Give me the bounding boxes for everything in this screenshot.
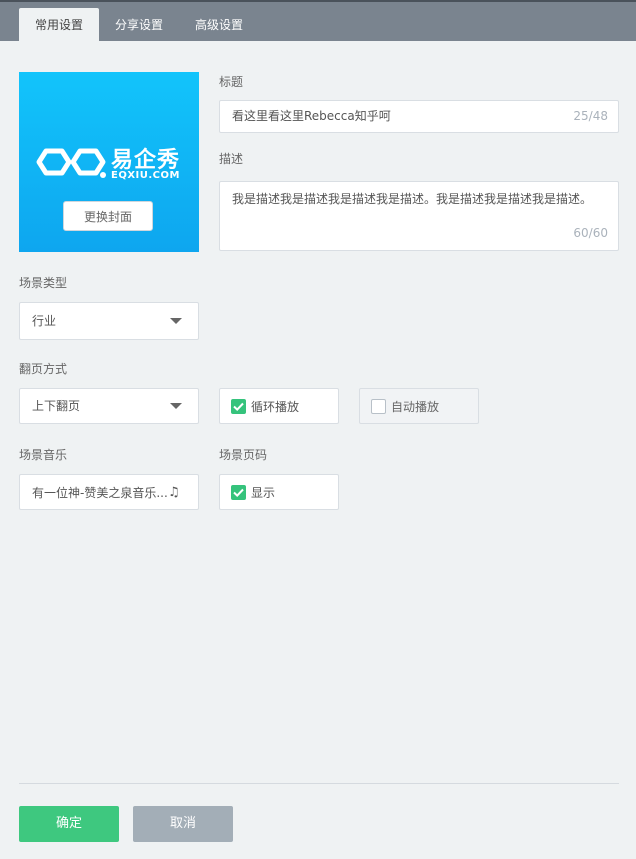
scene-music-label: 场景音乐 bbox=[19, 448, 68, 462]
loop-play-checkbox[interactable]: 循环播放 bbox=[219, 388, 339, 424]
scene-music-field[interactable]: 有一位神-赞美之泉音乐... ♫ bbox=[19, 474, 199, 510]
tab-bar: 常用设置 分享设置 高级设置 bbox=[0, 0, 636, 43]
scene-type-value: 行业 bbox=[32, 314, 57, 328]
tab-advanced-settings[interactable]: 高级设置 bbox=[185, 8, 253, 43]
tab-share-settings[interactable]: 分享设置 bbox=[105, 8, 173, 43]
confirm-button[interactable]: 确定 bbox=[19, 806, 119, 842]
show-page-number-checkbox[interactable]: 显示 bbox=[219, 474, 339, 510]
brand-name-en: EQXIU.COM bbox=[111, 170, 180, 181]
title-char-counter: 25/48 bbox=[573, 109, 608, 123]
description-label: 描述 bbox=[219, 152, 244, 166]
description-value: 我是描述我是描述我是描述我是描述。我是描述我是描述我是描述。 bbox=[232, 192, 593, 206]
scene-type-label: 场景类型 bbox=[19, 276, 68, 290]
page-number-label: 场景页码 bbox=[219, 448, 268, 462]
title-value: 看这里看这里Rebecca知乎呵 bbox=[232, 109, 391, 123]
description-char-counter: 60/60 bbox=[573, 226, 608, 240]
chevron-down-icon bbox=[170, 403, 182, 409]
cover-image: 易企秀 EQXIU.COM 更换封面 bbox=[19, 72, 199, 252]
checkbox-unchecked-icon bbox=[371, 399, 386, 414]
change-cover-button[interactable]: 更换封面 bbox=[63, 201, 153, 231]
show-page-number-label: 显示 bbox=[251, 486, 276, 500]
page-turn-select[interactable]: 上下翻页 bbox=[19, 388, 199, 424]
tab-general-settings[interactable]: 常用设置 bbox=[19, 8, 99, 43]
title-label: 标题 bbox=[219, 75, 244, 89]
chevron-down-icon bbox=[170, 318, 182, 324]
description-textarea[interactable]: 我是描述我是描述我是描述我是描述。我是描述我是描述我是描述。 60/60 bbox=[219, 181, 619, 251]
footer-divider bbox=[19, 783, 619, 784]
checkbox-checked-icon bbox=[231, 399, 246, 414]
loop-play-label: 循环播放 bbox=[251, 400, 300, 414]
title-input[interactable]: 看这里看这里Rebecca知乎呵 25/48 bbox=[219, 100, 619, 133]
autoplay-label: 自动播放 bbox=[391, 400, 440, 414]
page-turn-label: 翻页方式 bbox=[19, 362, 68, 376]
scene-type-select[interactable]: 行业 bbox=[19, 302, 199, 340]
page-turn-value: 上下翻页 bbox=[32, 399, 81, 413]
music-note-icon[interactable]: ♫ bbox=[168, 475, 180, 511]
cancel-button[interactable]: 取消 bbox=[133, 806, 233, 842]
checkbox-checked-icon bbox=[231, 485, 246, 500]
scene-music-value: 有一位神-赞美之泉音乐... bbox=[32, 486, 168, 500]
eqxiu-logo-icon bbox=[36, 148, 106, 178]
autoplay-checkbox[interactable]: 自动播放 bbox=[359, 388, 479, 424]
